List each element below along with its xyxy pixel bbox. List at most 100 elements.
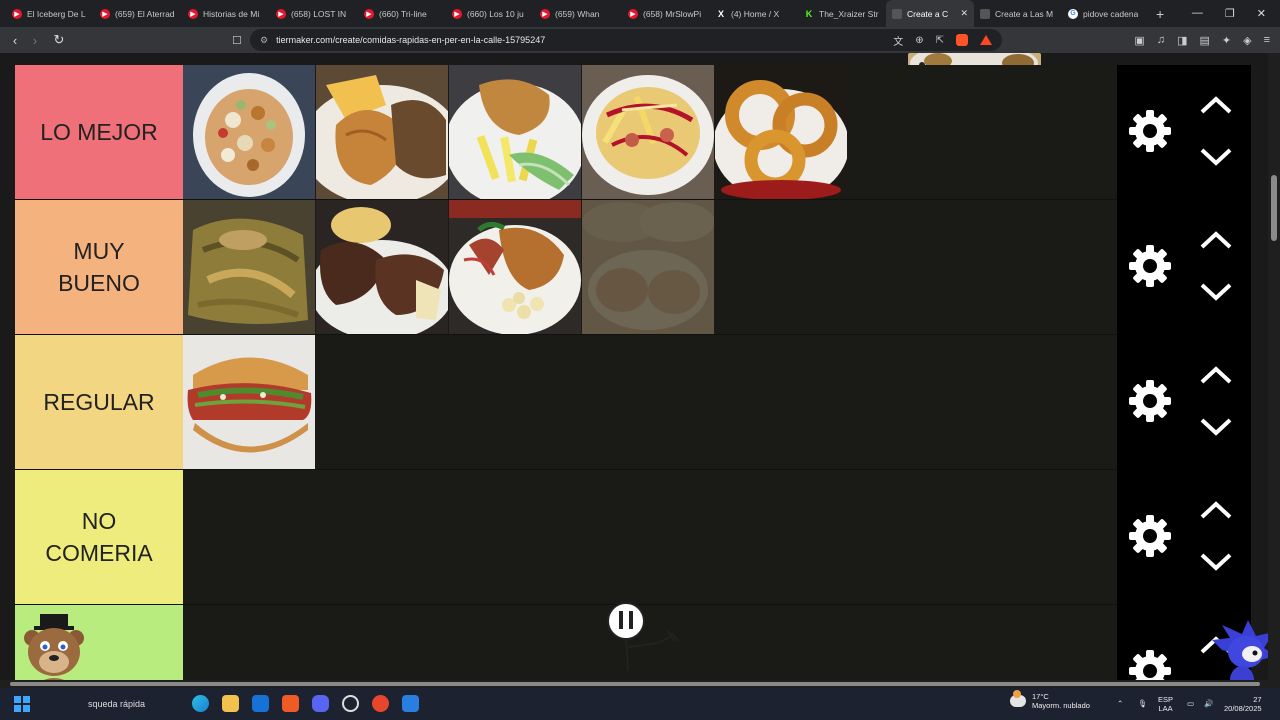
music-icon[interactable]: ♫ <box>1157 34 1165 47</box>
microphone-icon[interactable]: 🎙 <box>1138 699 1148 708</box>
youtube-icon: ▶ <box>628 8 638 19</box>
outlook-icon[interactable] <box>252 695 269 712</box>
taskbar-search[interactable]: squeda rápida <box>88 699 145 709</box>
zoom-icon[interactable]: ⊕ <box>915 35 923 46</box>
tier-label[interactable]: LO MEJOR <box>15 65 183 199</box>
food-item-ceviche[interactable] <box>183 65 316 199</box>
maximize-button[interactable]: ❐ <box>1225 7 1235 20</box>
screenshot-icon[interactable]: ▣ <box>1134 34 1144 47</box>
food-item-chicken-fries-salad[interactable] <box>449 65 582 199</box>
move-up-icon[interactable] <box>1199 95 1233 115</box>
language-indicator[interactable]: ESP LAA <box>1158 695 1173 713</box>
gear-icon[interactable] <box>1127 108 1173 154</box>
menu-icon[interactable]: ≡ <box>1264 34 1270 47</box>
monitor-icon[interactable]: ▭ <box>1187 699 1194 708</box>
close-window-button[interactable]: ✕ <box>1257 7 1266 20</box>
gear-icon[interactable] <box>1127 513 1173 559</box>
browser-tab[interactable]: ▶ (659) Whan <box>534 0 622 27</box>
browser-tab[interactable]: ▶ (658) LOST IN <box>270 0 358 27</box>
minimize-button[interactable]: — <box>1192 7 1203 20</box>
tier-row-no-comeria: NO COMERIA <box>15 470 1117 605</box>
brave-shield-icon[interactable] <box>956 34 968 46</box>
toolbar-right-icons: ▣ ♫ ◨ ▤ ✦ ◈ ≡ <box>1134 34 1270 47</box>
move-up-icon[interactable] <box>1199 230 1233 250</box>
gear-icon[interactable] <box>1127 648 1173 680</box>
volume-icon[interactable]: 🔊 <box>1204 699 1213 708</box>
youtube-icon: ▶ <box>188 8 198 19</box>
site-info-icon[interactable]: ⚙ <box>260 35 268 46</box>
browser-tab[interactable]: ▶ (658) MrSlowPi <box>622 0 710 27</box>
brave-icon[interactable] <box>282 695 299 712</box>
cloud-sun-icon <box>1010 690 1026 707</box>
move-down-icon[interactable] <box>1199 282 1233 302</box>
app-icon[interactable] <box>402 695 419 712</box>
new-tab-button[interactable]: + <box>1156 6 1164 22</box>
move-up-icon[interactable] <box>1199 500 1233 520</box>
vertical-scrollbar[interactable] <box>1268 53 1280 680</box>
forward-arrow-icon[interactable]: › <box>25 33 45 48</box>
food-item-salchipapa[interactable] <box>582 65 715 199</box>
browser-tab[interactable]: ▶ Historias de Mi <box>182 0 270 27</box>
chevron-up-icon[interactable]: ⌃ <box>1117 699 1123 708</box>
brave-rewards-icon[interactable] <box>980 35 992 45</box>
food-item-chicharron-plate[interactable] <box>449 200 582 334</box>
sidebar-icon[interactable]: ◨ <box>1177 34 1187 47</box>
browser-toolbar: ‹ › ↻ ☐ ⚙ tiermaker.com/create/comidas-r… <box>0 27 1280 53</box>
browser-tab[interactable]: ▶ El Iceberg De L <box>6 0 94 27</box>
edge-icon[interactable] <box>192 695 209 712</box>
move-down-icon[interactable] <box>1199 147 1233 167</box>
browser-tab[interactable]: ▶ (660) Tri-line <box>358 0 446 27</box>
windows-start-icon[interactable] <box>14 696 30 712</box>
back-arrow-icon[interactable]: ‹ <box>5 33 25 48</box>
gear-icon[interactable] <box>1127 378 1173 424</box>
gear-icon[interactable] <box>1127 243 1173 289</box>
horizontal-scrollbar-thumb[interactable] <box>10 682 1260 686</box>
browser-tab[interactable]: X (4) Home / X <box>710 0 798 27</box>
bookmark-icon[interactable]: ☐ <box>232 34 242 47</box>
tier-row-regular: REGULAR <box>15 335 1117 470</box>
tier-label[interactable]: NO COMERIA <box>15 470 183 604</box>
youtube-icon: ▶ <box>276 8 286 19</box>
address-bar[interactable]: ☐ ⚙ tiermaker.com/create/comidas-rapidas… <box>232 29 1002 51</box>
vpn-icon[interactable]: ◈ <box>1243 34 1251 47</box>
share-icon[interactable]: ⇱ <box>936 35 944 46</box>
browser-tab[interactable]: Create a Las M <box>974 0 1062 27</box>
chatgpt-icon[interactable] <box>342 695 359 712</box>
tier-controls <box>1117 65 1251 200</box>
move-up-icon[interactable] <box>1199 365 1233 385</box>
browser-tab[interactable]: ▶ (659) El Aterrad <box>94 0 182 27</box>
browser-tab[interactable]: ▶ (660) Los 10 ju <box>446 0 534 27</box>
move-down-icon[interactable] <box>1199 417 1233 437</box>
food-item-papa-rellena[interactable] <box>582 200 715 334</box>
tier-row-lo-mejor: LO MEJOR <box>15 65 1117 200</box>
file-explorer-icon[interactable] <box>222 695 239 712</box>
food-item-choripan[interactable] <box>183 335 316 469</box>
tier-label[interactable]: REGULAR <box>15 335 183 469</box>
horizontal-scrollbar[interactable] <box>0 680 1280 688</box>
browser-tab-active[interactable]: Create a C ✕ <box>886 0 974 27</box>
food-item-onion-rings[interactable] <box>715 65 848 199</box>
move-down-icon[interactable] <box>1199 552 1233 572</box>
wallet-icon[interactable]: ▤ <box>1199 34 1209 47</box>
close-tab-icon[interactable]: ✕ <box>960 8 968 19</box>
leo-ai-icon[interactable]: ✦ <box>1222 34 1231 47</box>
tiermaker-icon <box>892 8 902 19</box>
vertical-scrollbar-thumb[interactable] <box>1271 175 1277 241</box>
url-text[interactable]: tiermaker.com/create/comidas-rapidas-en-… <box>276 35 545 45</box>
weather-widget[interactable]: 17°C Mayorm. nublado <box>1010 690 1090 710</box>
tier-label[interactable]: MUY BUENO <box>15 200 183 334</box>
tiermaker-icon <box>980 8 990 19</box>
browser-tab[interactable]: K The_Xraizer Str <box>798 0 886 27</box>
food-item-tamales[interactable] <box>183 200 316 334</box>
obs-icon[interactable] <box>372 695 389 712</box>
browser-tab[interactable]: Gpidove cadena <box>1062 0 1150 27</box>
food-item-fried-chicken-rice[interactable] <box>316 65 449 199</box>
youtube-icon: ▶ <box>452 8 462 19</box>
food-item-lomo-saltado[interactable] <box>316 200 449 334</box>
window-controls: — ❐ ✕ <box>1192 7 1280 20</box>
translate-icon[interactable]: 文 <box>893 33 903 48</box>
clock[interactable]: 27 20/08/2025 <box>1224 695 1262 713</box>
tier-list: LO MEJOR MUY BUENO REGULAR NO COMERIA <box>15 65 1117 680</box>
discord-icon[interactable] <box>312 695 329 712</box>
reload-icon[interactable]: ↻ <box>49 32 69 48</box>
